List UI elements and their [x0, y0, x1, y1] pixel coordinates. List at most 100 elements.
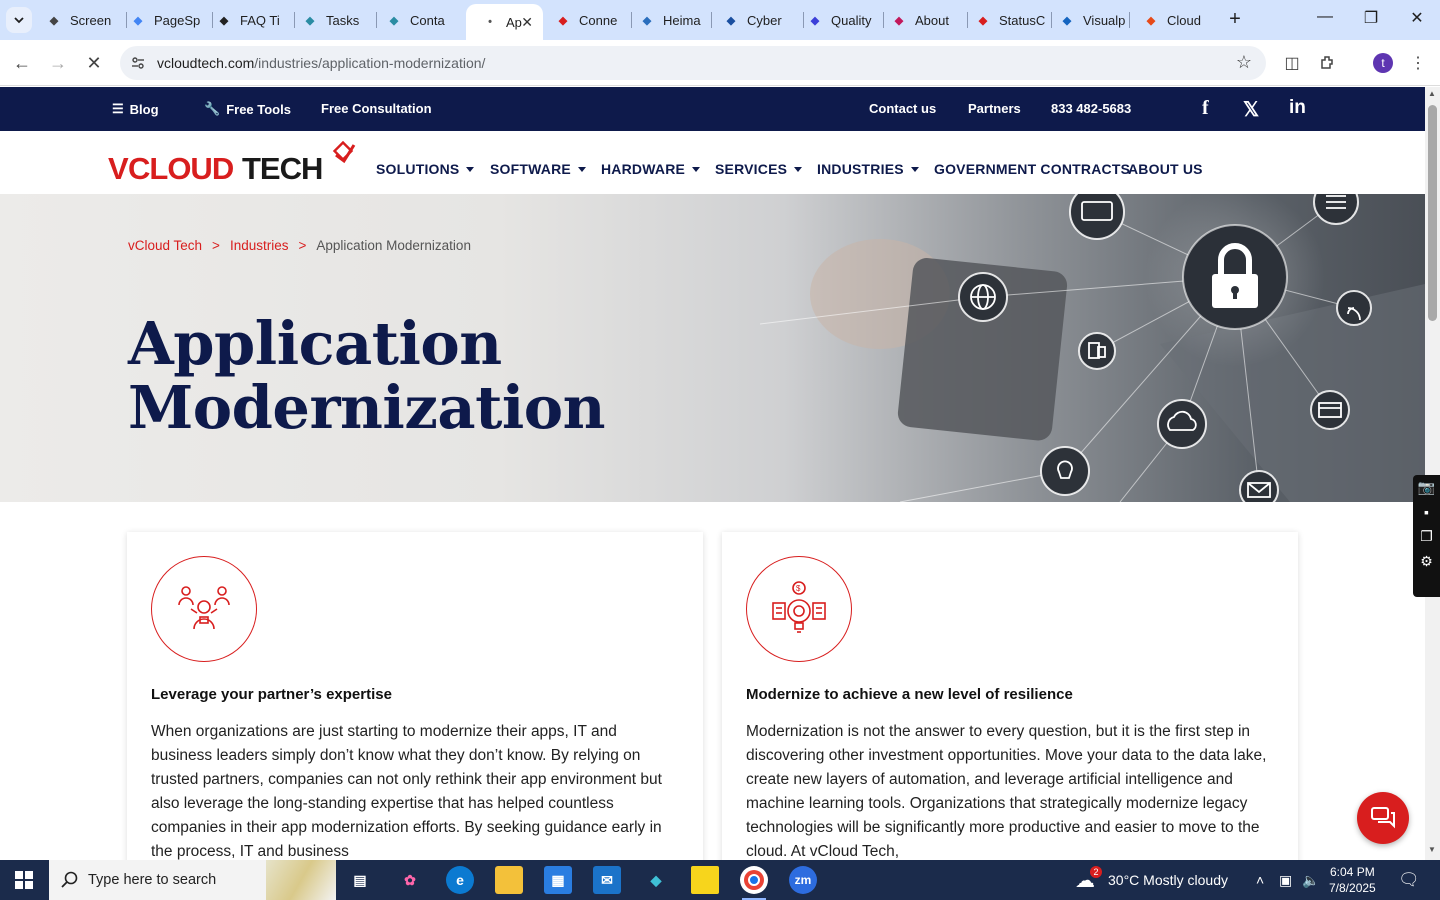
nav-hardware[interactable]: HARDWARE: [601, 161, 701, 177]
nav-about-us[interactable]: ABOUT US: [1128, 161, 1203, 177]
extensions-icon[interactable]: [1317, 52, 1339, 74]
copilot-icon[interactable]: ✿: [396, 866, 424, 894]
nav-government-contracts[interactable]: GOVERNMENT CONTRACTS: [934, 161, 1130, 177]
translate-icon[interactable]: ◫: [1281, 52, 1303, 74]
menu-kebab-icon[interactable]: ⋮: [1407, 52, 1429, 74]
camera-icon[interactable]: 📷: [1418, 479, 1435, 496]
tab-label: Quality: [831, 12, 872, 28]
bookmark-star-icon[interactable]: ☆: [1236, 52, 1252, 73]
site-info-icon[interactable]: [130, 55, 146, 71]
browser-tab-conne[interactable]: ◆ Conne: [555, 6, 627, 34]
nav-label: HARDWARE: [601, 161, 686, 177]
sticky-notes-icon[interactable]: [691, 866, 719, 894]
browser-tab-pagesp[interactable]: ◆ PageSp: [130, 6, 208, 34]
scrollbar-thumb[interactable]: [1428, 105, 1437, 321]
browser-tab-faqti[interactable]: ◆ FAQ Ti: [216, 6, 290, 34]
status-icon: ◆: [978, 14, 988, 27]
app-diamond-icon[interactable]: ◆: [642, 866, 670, 894]
cloud-icon: ◆: [1146, 14, 1156, 27]
back-icon[interactable]: ←: [11, 52, 33, 74]
nav-label: SERVICES: [715, 161, 788, 177]
nav-industries[interactable]: INDUSTRIES: [817, 161, 919, 177]
tray-chevron-up-icon[interactable]: ˄: [1256, 872, 1264, 888]
phone-link[interactable]: 833 482-5683: [1051, 101, 1131, 116]
scroll-up-icon[interactable]: ▲: [1428, 89, 1436, 98]
browser-tab-conta[interactable]: ◆ Conta: [386, 6, 458, 34]
browser-tab-statusc[interactable]: ◆ StatusC: [975, 6, 1047, 34]
store-icon[interactable]: ▦: [544, 866, 572, 894]
notifications-icon[interactable]: 🗨: [1398, 870, 1420, 890]
mail-icon[interactable]: ✉: [593, 866, 621, 894]
main-navigation: V CLOUD TECH SOLUTIONS SOFTWARE HARDWARE SE…: [0, 131, 1425, 194]
tab-label: Visualp: [1083, 12, 1125, 28]
chat-button[interactable]: [1357, 792, 1409, 844]
browser-toolbar: ← → ✕ vcloudtech.com/industries/applicat…: [0, 40, 1440, 86]
stop-loading-icon[interactable]: ✕: [83, 52, 105, 74]
browser-tab-cloud[interactable]: ◆ Cloud: [1143, 6, 1211, 34]
tab-label: Screen: [70, 12, 112, 28]
browser-tab-heima[interactable]: ◆ Heima: [639, 6, 707, 34]
tab-label: Tasks: [326, 12, 360, 28]
tab-search-button[interactable]: [6, 7, 32, 33]
file-explorer-icon[interactable]: [495, 866, 523, 894]
free-consultation-link[interactable]: Free Consultation: [321, 101, 432, 116]
browser-tab-ap[interactable]: • Ap ✕: [466, 4, 543, 40]
facebook-icon[interactable]: f: [1202, 97, 1209, 120]
linkedin-icon[interactable]: in: [1289, 97, 1306, 119]
tab-separator: [212, 12, 213, 28]
window-icon[interactable]: ❐: [1420, 528, 1433, 545]
video-icon[interactable]: ▪: [1424, 504, 1429, 520]
pagespeed-icon: ◆: [133, 14, 143, 27]
heimdal-icon: ◆: [642, 14, 652, 27]
address-bar[interactable]: vcloudtech.com/industries/application-mo…: [120, 46, 1266, 80]
vcloud-tech-logo[interactable]: V CLOUD TECH: [108, 141, 358, 185]
nav-software[interactable]: SOFTWARE: [490, 161, 586, 177]
system-clock[interactable]: 6:04 PM 7/8/2025: [1329, 864, 1376, 896]
browser-tab-about[interactable]: ◆ About: [891, 6, 963, 34]
quality-icon: ◆: [810, 14, 820, 27]
windows-start-button[interactable]: [0, 860, 48, 900]
tab-label: About: [915, 12, 949, 28]
x-twitter-icon[interactable]: 𝕏: [1243, 97, 1259, 122]
minimize-icon[interactable]: —: [1315, 8, 1335, 26]
gear-icon[interactable]: ⚙: [1420, 553, 1433, 570]
close-tab-icon[interactable]: ✕: [521, 14, 533, 31]
breadcrumb-home-link[interactable]: vCloud Tech: [128, 238, 202, 253]
contact-us-link[interactable]: Contact us: [869, 101, 936, 116]
vcloud-icon: ◆: [558, 14, 568, 27]
chrome-icon[interactable]: [740, 866, 768, 900]
browser-tab-quality[interactable]: ◆ Quality: [807, 6, 879, 34]
scroll-down-icon[interactable]: ▼: [1428, 845, 1436, 854]
page-scrollbar[interactable]: ▲ ▼: [1425, 87, 1440, 860]
svg-text:V: V: [108, 151, 129, 185]
weather-text[interactable]: 30°C Mostly cloudy: [1108, 872, 1228, 888]
cyber-icon: ◆: [726, 14, 736, 27]
network-icon[interactable]: ▣: [1279, 872, 1292, 889]
card-body: When organizations are just starting to …: [151, 723, 662, 860]
blog-link[interactable]: ☰ Blog: [112, 101, 159, 117]
browser-tab-cyber[interactable]: ◆ Cyber: [723, 6, 799, 34]
partners-link[interactable]: Partners: [968, 101, 1021, 116]
forward-icon[interactable]: →: [47, 52, 69, 74]
breadcrumb-industries-link[interactable]: Industries: [230, 238, 289, 253]
task-view-icon[interactable]: ▤: [346, 866, 374, 894]
browser-tab-visualp[interactable]: ◆ Visualp: [1059, 6, 1125, 34]
wrench-icon: 🔧: [204, 101, 221, 116]
taskbar-search-input[interactable]: Type here to search: [49, 860, 336, 900]
new-tab-button[interactable]: +: [1224, 8, 1246, 31]
tab-separator: [294, 12, 295, 28]
nav-solutions[interactable]: SOLUTIONS: [376, 161, 475, 177]
volume-icon[interactable]: 🔈: [1302, 872, 1319, 889]
loading-icon: •: [488, 16, 492, 28]
profile-avatar[interactable]: t: [1373, 53, 1393, 73]
free-tools-link[interactable]: 🔧 Free Tools: [204, 101, 291, 117]
chevron-down-icon: [14, 17, 24, 24]
browser-tab-tasks[interactable]: ◆ Tasks: [302, 6, 372, 34]
nav-services[interactable]: SERVICES: [715, 161, 803, 177]
edge-icon[interactable]: e: [446, 866, 474, 894]
browser-tab-screen[interactable]: ◆ Screen: [46, 6, 122, 34]
close-window-icon[interactable]: ✕: [1407, 8, 1427, 28]
zoom-icon[interactable]: zm: [789, 866, 817, 894]
innovation-bulb-icon: $: [746, 556, 852, 662]
maximize-icon[interactable]: ❐: [1361, 8, 1381, 28]
